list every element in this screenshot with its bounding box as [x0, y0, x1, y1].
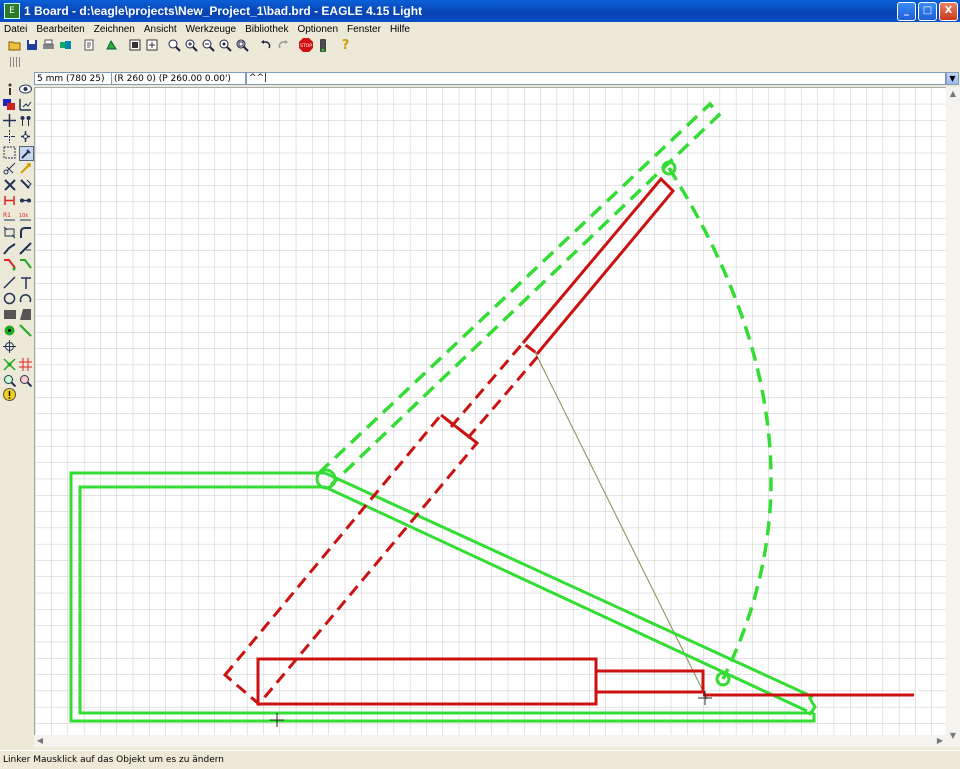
info-icon[interactable] — [3, 82, 16, 95]
status-bar: Linker Mausklick auf das Objekt um es zu… — [0, 750, 960, 768]
eagle-icon: E — [4, 3, 20, 19]
command-input[interactable]: ^^| — [246, 72, 946, 85]
pinswap-icon[interactable] — [3, 194, 16, 207]
save-icon[interactable] — [25, 38, 39, 52]
menu-optionen[interactable]: Optionen — [293, 24, 343, 35]
svg-text:R1: R1 — [3, 212, 11, 219]
route-icon[interactable] — [3, 258, 16, 271]
svg-text:STOP: STOP — [300, 43, 312, 49]
parameter-toolbar — [0, 54, 960, 70]
add-icon[interactable] — [19, 178, 32, 191]
value-icon[interactable]: 10k — [19, 210, 32, 223]
vertical-scrollbar[interactable]: ▲ ▼ — [946, 87, 960, 747]
toolbar-grip[interactable] — [10, 57, 20, 67]
menu-bearbeiten[interactable]: Bearbeiten — [32, 24, 89, 35]
title-bar: E 1 Board - d:\eagle\projects\New_Projec… — [0, 0, 960, 22]
scroll-up-icon[interactable]: ▲ — [946, 87, 960, 101]
script-icon[interactable] — [82, 38, 96, 52]
scroll-left-icon[interactable]: ◀ — [34, 735, 46, 747]
horizontal-scrollbar[interactable]: ◀ ▶ — [34, 735, 946, 747]
show-icon[interactable] — [19, 82, 32, 95]
name-icon[interactable]: R1 — [3, 210, 16, 223]
polygon-icon[interactable] — [19, 308, 32, 321]
menu-hilfe[interactable]: Hilfe — [386, 24, 415, 35]
menu-bar: Datei Bearbeiten Zeichnen Ansicht Werkze… — [0, 22, 960, 36]
menu-zeichnen[interactable]: Zeichnen — [90, 24, 140, 35]
zoom-in-icon[interactable] — [185, 38, 199, 52]
split-icon[interactable] — [3, 242, 16, 255]
board-drawing — [35, 88, 947, 736]
menu-fenster[interactable]: Fenster — [343, 24, 386, 35]
redo-icon[interactable] — [276, 38, 290, 52]
cam-icon[interactable] — [59, 38, 73, 52]
close-button[interactable]: X — [939, 2, 958, 21]
scroll-right-icon[interactable]: ▶ — [934, 735, 946, 747]
group-icon[interactable] — [3, 146, 16, 159]
coordinate-display: (R 260 0) (P 260.00 0.00') — [111, 72, 246, 85]
errors-zoom-icon[interactable] — [19, 374, 32, 387]
replace-icon[interactable] — [19, 194, 32, 207]
mirror-icon[interactable] — [3, 130, 16, 143]
wire-icon[interactable] — [3, 276, 16, 289]
ratsnest-icon[interactable] — [3, 358, 16, 371]
board-icon[interactable] — [128, 38, 142, 52]
miter-icon[interactable] — [19, 226, 32, 239]
window-title: 1 Board - d:\eagle\projects\New_Project_… — [24, 4, 423, 18]
menu-werkzeuge[interactable]: Werkzeuge — [182, 24, 241, 35]
menu-datei[interactable]: Datei — [0, 24, 32, 35]
optimize-icon[interactable] — [19, 242, 32, 255]
svg-text:10k: 10k — [19, 213, 28, 219]
go-icon[interactable] — [316, 38, 330, 52]
main-toolbar: STOP ? — [0, 36, 960, 54]
smash-icon[interactable] — [3, 226, 16, 239]
auto-icon[interactable] — [19, 358, 32, 371]
hole-icon[interactable] — [3, 340, 16, 353]
signal-icon[interactable] — [19, 324, 32, 337]
command-row: 5 mm (780 25) (R 260 0) (P 260.00 0.00')… — [0, 71, 960, 87]
undo-icon[interactable] — [259, 38, 273, 52]
arc-icon[interactable] — [19, 292, 32, 305]
rotate-icon[interactable] — [19, 130, 32, 143]
minimize-button[interactable]: _ — [897, 2, 916, 21]
menu-ansicht[interactable]: Ansicht — [140, 24, 182, 35]
ripup-icon[interactable] — [19, 258, 32, 271]
menu-bibliothek[interactable]: Bibliothek — [241, 24, 293, 35]
scroll-down-icon[interactable]: ▼ — [946, 729, 960, 743]
change-icon[interactable] — [19, 146, 34, 161]
via-icon[interactable] — [3, 324, 16, 337]
cut-icon[interactable] — [3, 162, 16, 175]
maximize-button[interactable]: □ — [918, 2, 937, 21]
delete-icon[interactable] — [3, 178, 16, 191]
copy-icon[interactable] — [19, 114, 32, 127]
grid-display[interactable]: 5 mm (780 25) — [34, 72, 112, 85]
zoom-redraw-icon[interactable] — [219, 38, 233, 52]
rect-icon[interactable] — [3, 308, 16, 321]
command-history-dropdown[interactable]: ▼ — [946, 72, 959, 85]
warning-icon[interactable] — [3, 388, 16, 401]
move-icon[interactable] — [3, 114, 16, 127]
mark-icon[interactable] — [19, 98, 32, 111]
paste-icon[interactable] — [19, 162, 32, 175]
drc-zoom-icon[interactable] — [3, 374, 16, 387]
display-layers-icon[interactable] — [3, 98, 16, 111]
stop-icon[interactable]: STOP — [298, 38, 313, 52]
zoom-out-icon[interactable] — [202, 38, 216, 52]
ulp-icon[interactable] — [105, 38, 119, 52]
schematic-icon[interactable] — [145, 38, 159, 52]
text-icon[interactable] — [19, 276, 32, 289]
circle-icon[interactable] — [3, 292, 16, 305]
board-canvas[interactable] — [34, 87, 947, 736]
tool-palette: R1 10k — [0, 78, 34, 746]
help-icon[interactable]: ? — [339, 38, 353, 53]
open-icon[interactable] — [8, 38, 22, 52]
zoom-fit-icon[interactable] — [168, 38, 182, 52]
zoom-select-icon[interactable] — [236, 38, 250, 52]
print-icon[interactable] — [42, 38, 56, 52]
